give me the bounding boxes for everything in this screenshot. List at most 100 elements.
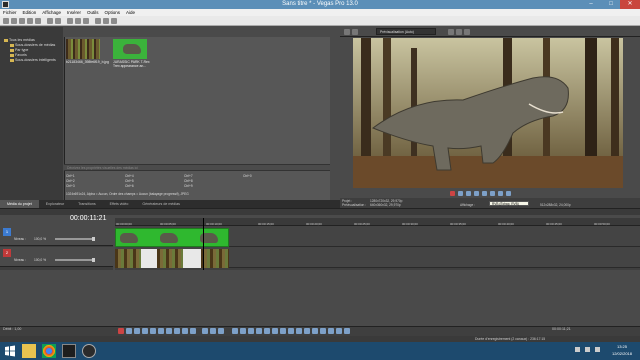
video-clip-forest[interactable] <box>115 249 141 268</box>
cut-icon[interactable] <box>67 18 73 24</box>
auto-crossfade-icon[interactable] <box>280 328 286 334</box>
render-icon[interactable] <box>35 18 41 24</box>
save-icon[interactable] <box>19 18 25 24</box>
slider-handle[interactable] <box>92 237 95 241</box>
menu-aide[interactable]: Aide <box>126 9 135 16</box>
properties-icon[interactable] <box>27 18 33 24</box>
snap-icon[interactable] <box>272 328 278 334</box>
clip-frame-blank <box>183 249 201 268</box>
copy-snapshot-icon[interactable] <box>464 29 470 35</box>
tree-item-smart-folders[interactable]: Sous-dossiers intelligents <box>10 58 56 63</box>
overlays-icon[interactable] <box>448 29 454 35</box>
pause-icon[interactable] <box>482 191 487 196</box>
menu-affichage[interactable]: Affichage <box>42 9 61 16</box>
fx-icon[interactable] <box>320 328 326 334</box>
open-icon[interactable] <box>11 18 17 24</box>
paste-icon[interactable] <box>83 18 89 24</box>
record-icon[interactable] <box>118 328 124 334</box>
loop-icon[interactable] <box>458 191 463 196</box>
next-frame-icon[interactable] <box>506 191 511 196</box>
play-from-start-icon[interactable] <box>474 191 479 196</box>
video-clip-forest[interactable] <box>201 249 229 268</box>
new-project-icon[interactable] <box>3 18 9 24</box>
play-icon[interactable] <box>466 191 471 196</box>
flag-icon[interactable] <box>595 347 600 352</box>
split-icon[interactable] <box>240 328 246 334</box>
auto-ripple-icon[interactable] <box>312 328 318 334</box>
loop-icon[interactable] <box>126 328 132 334</box>
tab-transitions[interactable]: Transitions <box>71 200 102 208</box>
vegas-taskbar-icon[interactable] <box>82 344 96 358</box>
clock[interactable]: 13:25 12/02/2018 <box>606 343 638 357</box>
selection-tool-icon[interactable] <box>111 18 117 24</box>
snapshot-icon[interactable] <box>456 29 462 35</box>
edit-mode-icon[interactable] <box>202 328 208 334</box>
media-fx-icon[interactable] <box>328 328 334 334</box>
go-to-end-icon[interactable] <box>174 328 180 334</box>
menu-options[interactable]: Options <box>105 9 121 16</box>
shortcut-col-3: Ctrl+7 Ctrl+8 Ctrl+9 <box>184 174 193 188</box>
track-header-1[interactable]: 1 Niveau : 100,0 % <box>0 226 113 246</box>
video-clip-forest[interactable] <box>157 249 183 268</box>
envelope-mode-icon[interactable] <box>210 328 216 334</box>
network-icon[interactable] <box>575 347 580 352</box>
menu-inserer[interactable]: Insérer <box>67 9 81 16</box>
window-title: Sans titre * - Vegas Pro 13.0 <box>282 1 358 7</box>
timecode-display: 00:00:11:21 <box>70 215 107 222</box>
stop-icon[interactable] <box>158 328 164 334</box>
minimize-button[interactable]: – <box>584 0 598 9</box>
record-icon[interactable] <box>450 191 455 196</box>
media-thumbnail-forest[interactable] <box>66 39 100 59</box>
tab-video-fx[interactable]: Effets vidéo <box>103 200 136 208</box>
play-from-start-icon[interactable] <box>134 328 140 334</box>
ripple-edit-icon[interactable] <box>288 328 294 334</box>
track-level-slider[interactable] <box>55 238 95 240</box>
file-explorer-icon[interactable] <box>22 344 36 358</box>
split-screen-icon[interactable] <box>352 29 358 35</box>
tab-media-generators[interactable]: Générateurs de médias <box>135 200 187 208</box>
app-taskbar-icon[interactable] <box>62 344 76 358</box>
stop-icon[interactable] <box>490 191 495 196</box>
preview-quality-dropdown[interactable]: Prévisualisation (Auto) <box>376 28 436 35</box>
clip-frame <box>160 233 178 243</box>
windows-start-icon[interactable] <box>3 344 17 358</box>
video-clip-trex[interactable] <box>115 228 229 247</box>
marker-icon[interactable] <box>256 328 262 334</box>
tab-project-media[interactable]: Média du projet <box>0 200 39 208</box>
preview-settings-icon[interactable] <box>344 29 350 35</box>
track-header-2[interactable]: 2 Niveau : 100,0 % <box>0 247 113 267</box>
slider-handle[interactable] <box>92 258 95 262</box>
trim-icon[interactable] <box>248 328 254 334</box>
region-icon[interactable] <box>264 328 270 334</box>
ignore-grouping-icon[interactable] <box>304 328 310 334</box>
menu-fichier[interactable]: Fichier <box>3 9 17 16</box>
copy-icon[interactable] <box>75 18 81 24</box>
chrome-icon[interactable] <box>42 344 56 358</box>
selection-mode-icon[interactable] <box>218 328 224 334</box>
zoom-tool-icon[interactable] <box>232 328 238 334</box>
track-fx-icon[interactable] <box>336 328 342 334</box>
media-search-field[interactable]: Décrivez les propriétés visuelles des mé… <box>64 164 330 171</box>
prev-frame-icon[interactable] <box>498 191 503 196</box>
pan-crop-icon[interactable] <box>344 328 350 334</box>
track-level-slider[interactable] <box>55 259 95 261</box>
maximize-button[interactable]: □ <box>604 0 618 9</box>
undo-icon[interactable] <box>47 18 53 24</box>
menu-outils[interactable]: Outils <box>87 9 99 16</box>
next-frame-icon[interactable] <box>190 328 196 334</box>
media-thumbnail-trex[interactable] <box>113 39 147 59</box>
close-button[interactable]: ✕ <box>620 0 640 9</box>
redo-icon[interactable] <box>55 18 61 24</box>
volume-icon[interactable] <box>585 347 590 352</box>
envelope-tool-icon[interactable] <box>103 18 109 24</box>
lock-envelopes-icon[interactable] <box>296 328 302 334</box>
play-icon[interactable] <box>142 328 148 334</box>
timeline-empty-area[interactable] <box>0 270 640 326</box>
folder-icon <box>10 58 14 62</box>
edit-tool-icon[interactable] <box>95 18 101 24</box>
go-to-start-icon[interactable] <box>166 328 172 334</box>
tab-explorer[interactable]: Explorateur <box>39 200 71 208</box>
prev-frame-icon[interactable] <box>182 328 188 334</box>
menu-edition[interactable]: Edition <box>23 9 37 16</box>
pause-icon[interactable] <box>150 328 156 334</box>
